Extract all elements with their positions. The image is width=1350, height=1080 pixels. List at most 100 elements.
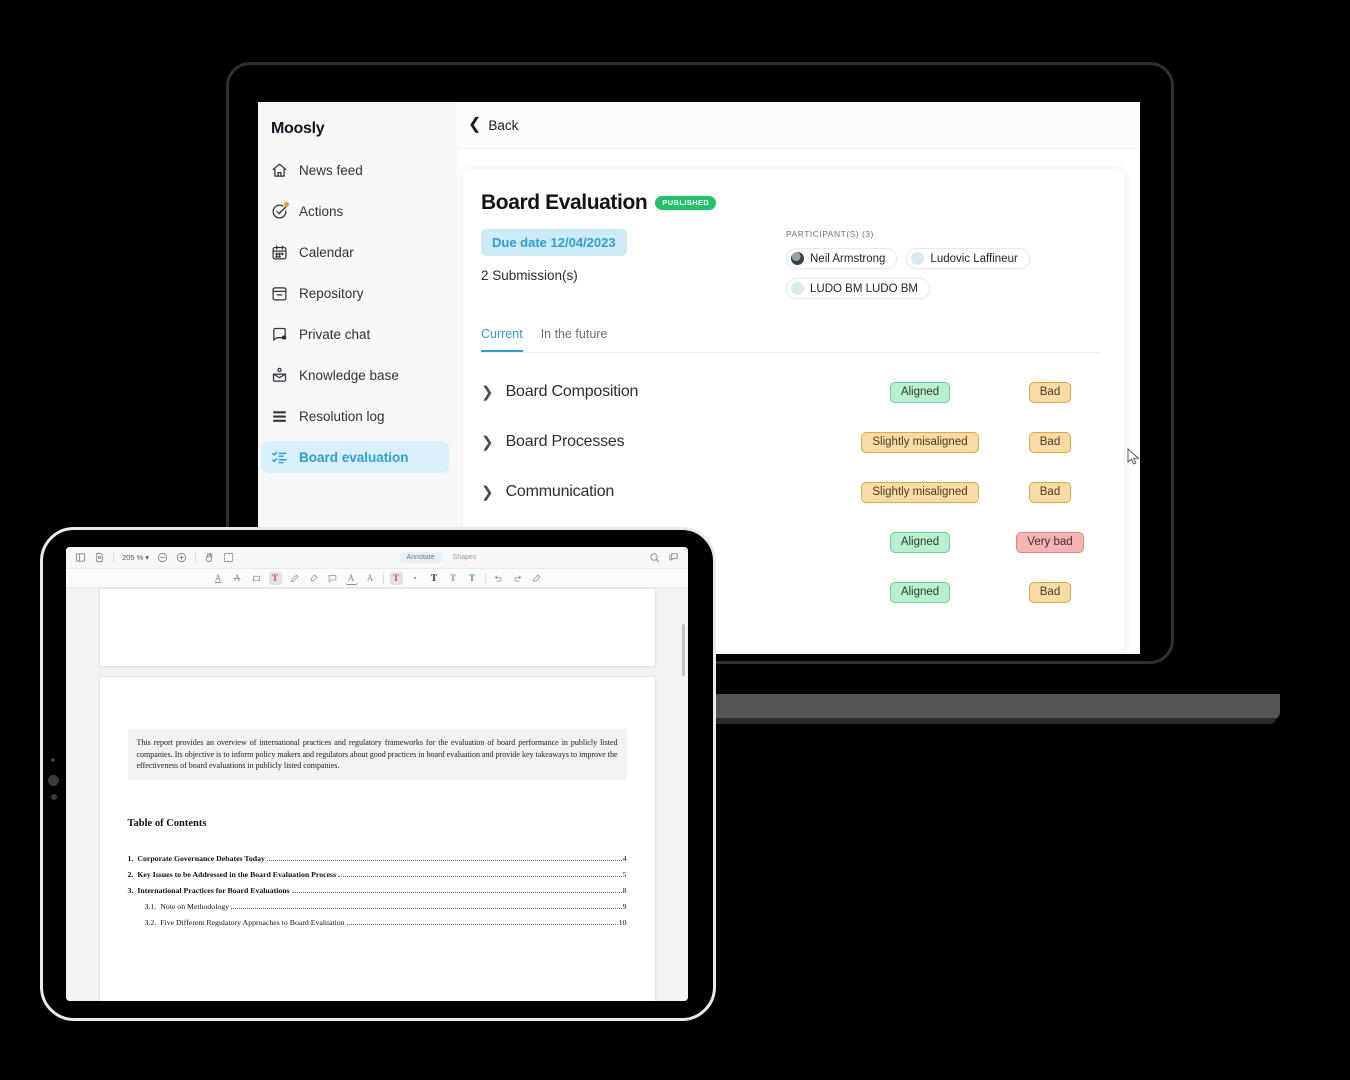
evaluation-meta-left: Due date 12/04/2023 2 Submission(s) [481,229,786,299]
toc-entry[interactable]: 3. International Practices for Board Eva… [128,886,627,895]
mouse-cursor [1127,448,1140,465]
row-expander[interactable]: ❯ Communication [481,483,840,501]
page-title: Board Evaluation [481,191,648,214]
sidebar-item-label: Repository [299,285,364,301]
badge-slot-rating: Bad [1000,581,1100,603]
list-icon [271,408,288,425]
actions-notification-dot [284,201,289,207]
sidebar-item-actions[interactable]: Actions [261,195,449,227]
page-thumbnail-icon[interactable] [94,552,105,563]
participants-list: Neil Armstrong Ludovic Laffineur LUDO BM… [786,248,1036,299]
hand-tool-icon[interactable] [204,552,215,563]
tab-in-the-future[interactable]: In the future [541,327,608,352]
strikethrough-text-icon[interactable]: A [231,572,244,585]
toc-entry[interactable]: 1. Corporate Governance Debates Today 4 [128,854,627,863]
comments-panel-icon[interactable] [668,552,679,563]
zoom-level-dropdown[interactable]: 205 % ▾ [122,553,149,562]
alignment-badge[interactable]: Slightly misaligned [861,481,979,503]
toc-title: Note on Methodology [160,901,230,911]
pdf-page-scroll-area[interactable]: This report provides an overview of inte… [66,588,688,1001]
row-expander[interactable]: ❯ Board Composition [481,383,840,401]
badge-slot-rating: Bad [1000,481,1100,503]
evaluation-meta: Due date 12/04/2023 2 Submission(s) PART… [481,229,1100,299]
text-tool-icon[interactable]: T [268,571,282,585]
sidebar-item-private-chat[interactable]: Private chat [261,318,449,350]
row-expander[interactable]: ❯ Board Processes [481,433,840,451]
chevron-down-icon[interactable]: ▾ [409,572,422,585]
tablet-screen: 205 % ▾ Annotate Shapes A A T A A T ▾ T … [66,547,688,1001]
sidebar-item-resolution-log[interactable]: Resolution log [261,400,449,432]
avatar [791,252,804,265]
status-badge: PUBLISHED [655,195,717,211]
squiggly-text-icon[interactable]: A [344,572,358,585]
undo-icon[interactable] [492,572,505,585]
text-style-icon[interactable]: A [364,572,377,585]
table-row: ❯ Communication Slightly misaligned Bad [481,467,1100,517]
home-icon [271,162,288,179]
text-color-black-icon[interactable]: T [428,572,441,585]
screenshot-stage: Moosly News feed Actions Calendar Reposi… [0,0,1350,1080]
sidebar-toggle-icon[interactable] [75,552,86,563]
row-label: Board Composition [505,383,639,400]
toc-entry[interactable]: 3.1. Note on Methodology 9 [128,902,627,911]
chevron-left-icon: ❮ [468,116,482,133]
toc-heading: Table of Contents [127,817,207,829]
participant-name: Neil Armstrong [810,252,886,265]
text-color-blue-icon[interactable]: T [447,572,460,585]
due-date-badge: Due date 12/04/2023 [481,229,627,256]
search-icon[interactable] [649,552,660,563]
zoom-out-icon[interactable] [157,552,168,563]
sidebar-item-label: Private chat [299,326,371,342]
rating-badge[interactable]: Bad [1028,381,1072,403]
toolbar-divider [382,572,384,584]
toc-entry[interactable]: 3.2. Five Different Regulatory Approache… [128,918,627,927]
participant-chip[interactable]: LUDO BM LUDO BM [786,278,930,299]
underline-text-icon[interactable]: A [212,572,225,585]
pdf-toolbar-primary: 205 % ▾ Annotate Shapes [66,547,688,569]
participant-chip[interactable]: Neil Armstrong [786,248,898,269]
text-color-green-icon[interactable]: T [466,572,479,585]
toc-leader [231,907,622,909]
highlighter-icon[interactable] [307,572,320,585]
redo-icon[interactable] [511,572,524,585]
avatar [791,282,804,295]
rating-badge[interactable]: Bad [1028,581,1072,603]
sidebar-item-calendar[interactable]: Calendar [261,236,449,268]
tablet-button-large[interactable] [48,775,59,786]
badge-slot-rating: Bad [1000,431,1100,453]
rating-badge[interactable]: Very bad [1016,531,1084,553]
alignment-badge[interactable]: Aligned [889,531,951,553]
tab-current[interactable]: Current [481,327,523,352]
text-color-dropdown[interactable]: T [389,571,403,585]
eraser-icon[interactable] [530,572,543,585]
badge-slot-rating: Very bad [1000,531,1100,553]
sidebar-item-board-evaluation[interactable]: Board evaluation [261,441,449,473]
alignment-badge[interactable]: Aligned [889,381,951,403]
calendar-icon [271,244,288,261]
sidebar-item-label: Calendar [299,244,354,260]
sidebar-item-repository[interactable]: Repository [261,277,449,309]
sticky-note-icon[interactable] [326,572,339,585]
back-button[interactable]: ❮ Back [468,117,518,133]
rating-badge[interactable]: Bad [1028,431,1072,453]
scrollbar[interactable] [682,624,685,676]
toc-page: 4 [622,853,627,863]
pen-icon[interactable] [288,572,301,585]
alignment-badge[interactable]: Slightly misaligned [861,431,979,453]
selection-tool-icon[interactable] [223,552,234,563]
avatar [911,252,925,265]
tab-shapes[interactable]: Shapes [446,552,484,563]
zoom-in-icon[interactable] [176,552,187,563]
rectangle-icon[interactable] [250,572,263,585]
alignment-badge[interactable]: Aligned [889,581,951,603]
row-label: Communication [505,483,615,500]
rating-badge[interactable]: Bad [1028,481,1072,503]
toc-entry[interactable]: 2. Key Issues to be Addressed in the Boa… [128,870,627,879]
toc-number: 3.2. [144,917,157,927]
row-badges: Aligned Bad [840,381,1100,403]
tablet-button-small[interactable] [51,794,57,800]
participant-chip[interactable]: Ludovic Laffineur [906,248,1030,269]
sidebar-item-knowledge-base[interactable]: Knowledge base [261,359,449,391]
sidebar-item-news-feed[interactable]: News feed [261,154,449,186]
tab-annotate[interactable]: Annotate [399,552,442,563]
